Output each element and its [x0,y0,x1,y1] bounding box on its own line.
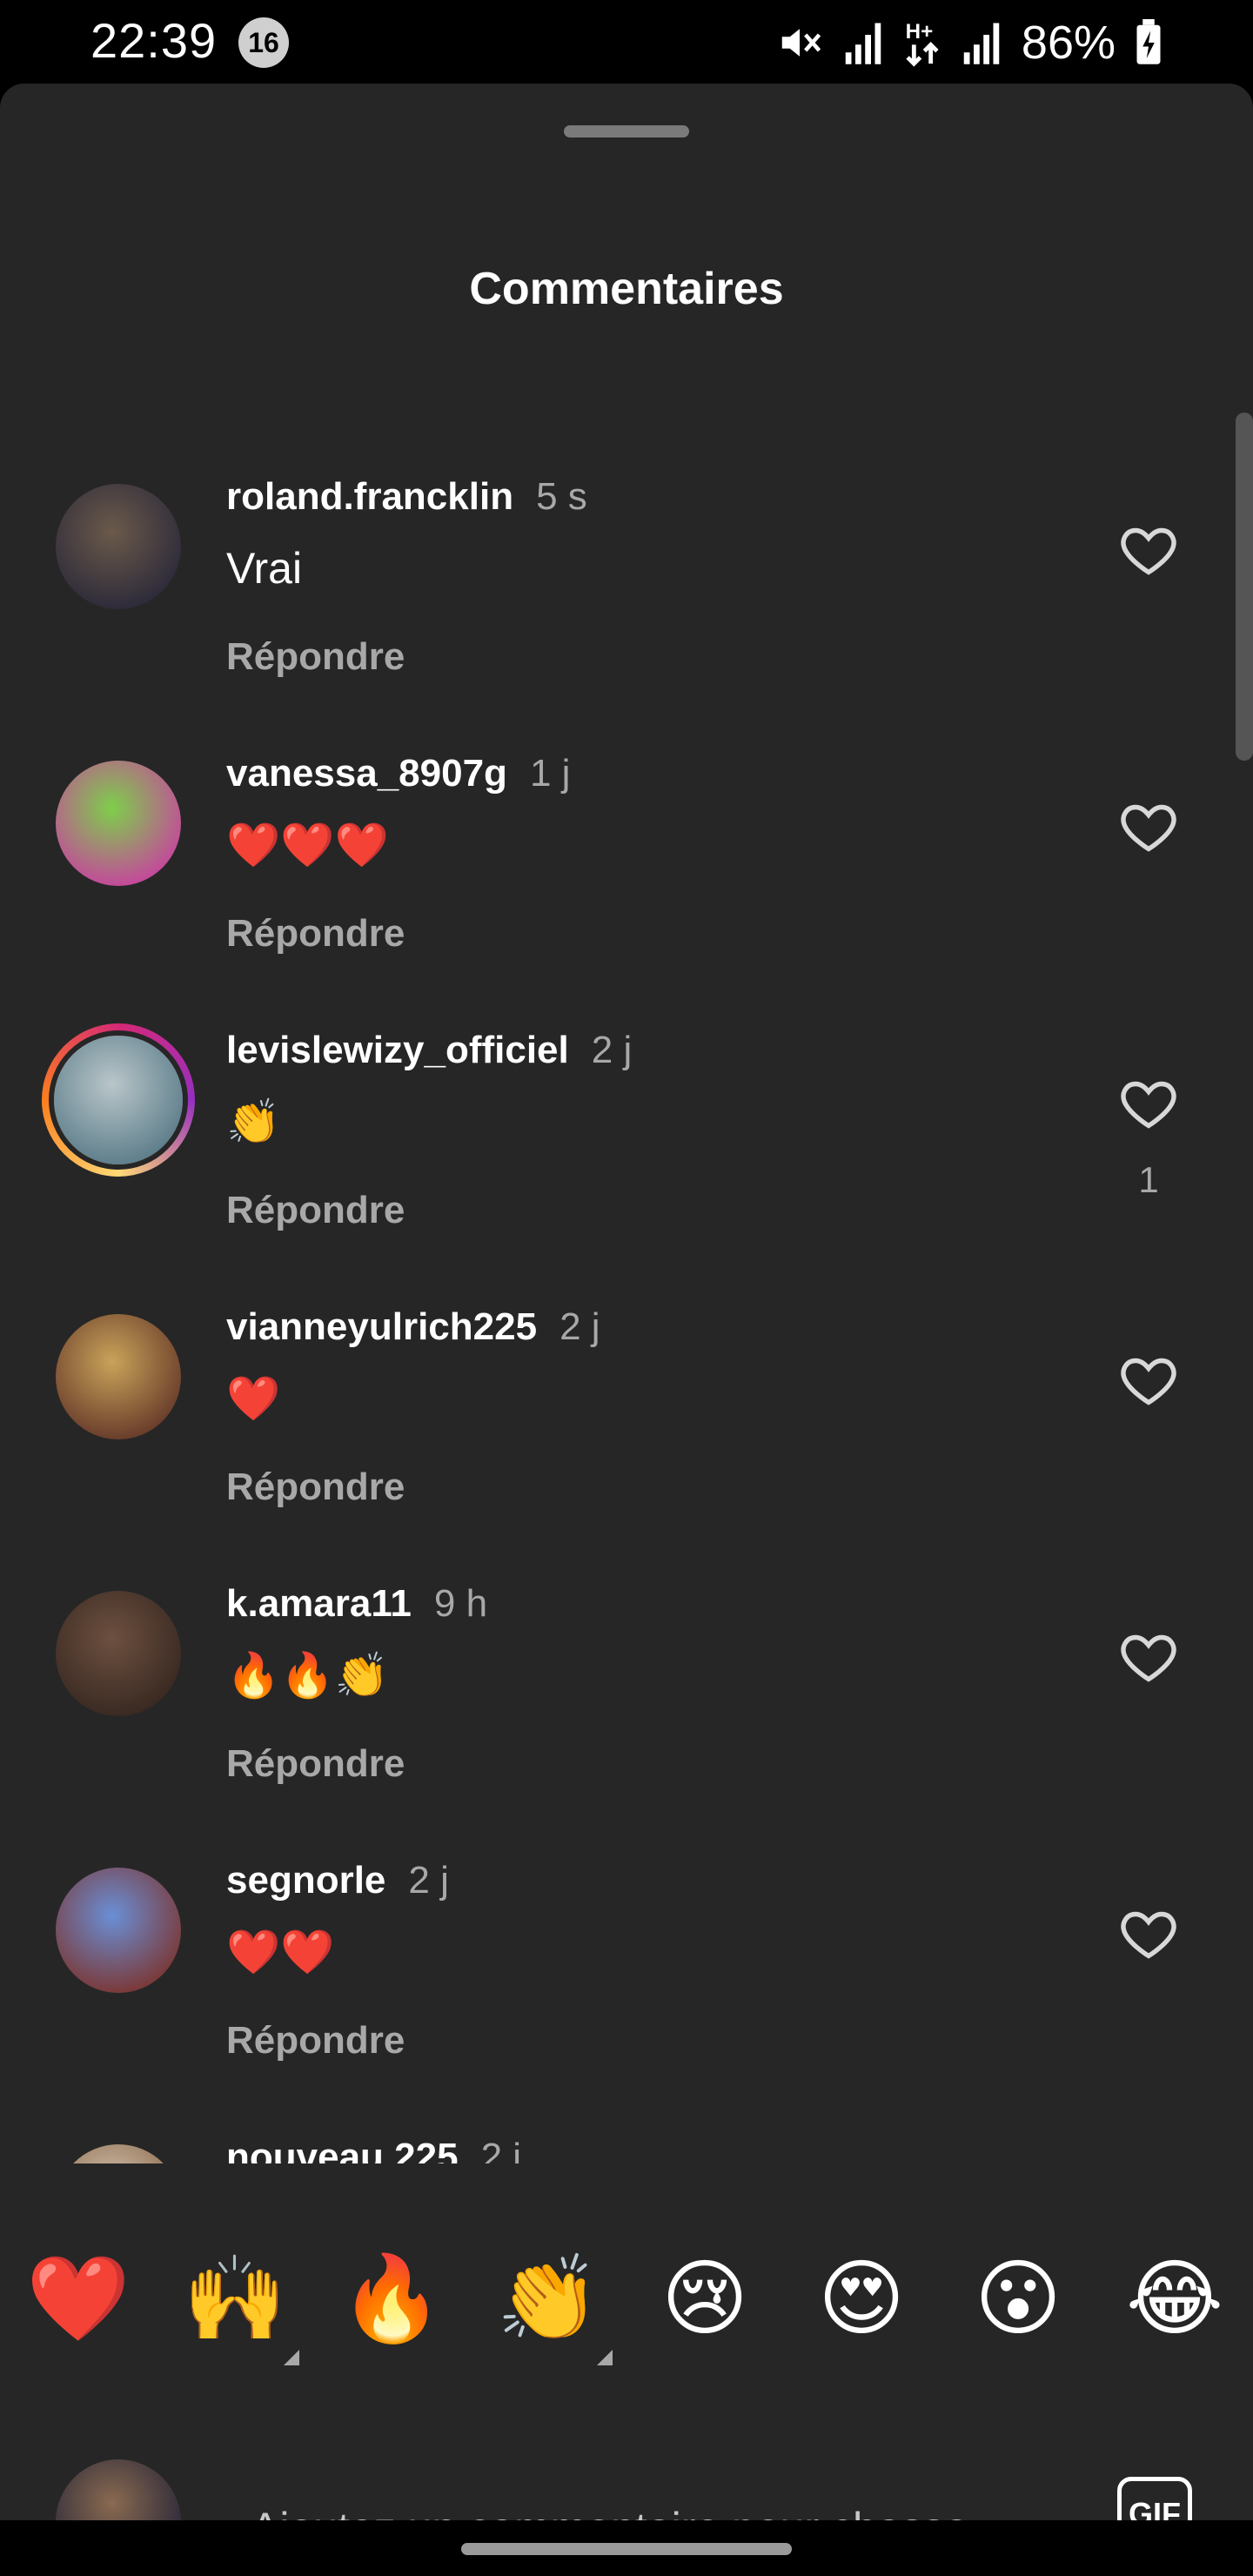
comment-header: segnorle 2 j [226,1859,449,1902]
comment-composer: Ajoutez un commentaire pour chassa GIF [0,2442,1253,2520]
comment-username[interactable]: roland.francklin [226,475,513,518]
avatar[interactable] [56,761,181,886]
avatar[interactable] [42,1023,195,1177]
like-heart-icon[interactable] [1117,519,1180,581]
comment-header: levislewizy_officiel 2 j [226,1029,632,1072]
fire-emoji[interactable]: 🔥 [339,2247,444,2351]
data-icon: H+ [906,20,939,67]
comment-item: k.amara11 9 h 🔥🔥👏 Répondre [0,1573,1253,1850]
red-heart-emoji[interactable]: ❤️ [26,2247,131,2351]
surprised-face-emoji[interactable]: 😮 [966,2247,1070,2351]
reply-button[interactable]: Répondre [226,1742,405,1786]
comment-item: nouveau.2252 j 👏🏾 Répondre [0,2127,1253,2165]
comment-header: nouveau.225 2 j [226,2136,521,2165]
quick-reactions-bar: ❤️ 🙌 🔥 👏 😢 😍 😮 😂 [0,2163,1253,2442]
comment-item: vianneyulrich225 2 j ❤️ Répondre [0,1297,1253,1573]
navigation-bar [0,2520,1253,2576]
reply-button[interactable]: Répondre [226,1466,405,1509]
comment-timestamp: 5 s [536,475,587,518]
status-icons: H+ 86% [776,12,1163,73]
comment-text: ❤️❤️❤️ [226,821,389,869]
comment-header: roland.francklin 5 s [226,475,587,519]
raising-hands-emoji[interactable]: 🙌 [183,2247,299,2365]
like-heart-icon[interactable] [1117,795,1180,858]
comment-item: vanessa_8907g 1 j ❤️❤️❤️ Répondre [0,743,1253,1020]
reaction-glyph: ❤️ [26,2252,131,2345]
page-title: Commentaires [469,264,784,314]
avatar[interactable] [56,484,181,609]
reaction-glyph: 😂 [1125,2252,1224,2345]
battery-charging-icon [1136,19,1161,64]
reaction-glyph: 🙌 [183,2252,287,2345]
skin-tone-indicator-icon [284,2350,299,2365]
reaction-glyph: 😮 [974,2252,1062,2345]
comment-text: ❤️ [226,1374,281,1423]
comment-text: Vrai [226,544,303,593]
comment-header: k.amara11 9 h [226,1582,487,1626]
comment-timestamp: 9 h [433,1582,488,1625]
reply-button[interactable]: Répondre [226,912,405,956]
reaction-glyph: 👏 [496,2252,600,2345]
like-heart-icon[interactable] [1117,1626,1180,1688]
avatar[interactable] [56,1314,181,1439]
crying-face-emoji[interactable]: 😢 [653,2247,757,2351]
comment-username[interactable]: segnorle [226,1859,385,1902]
clapping-hands-emoji[interactable]: 👏 [496,2247,613,2365]
signal-icon [963,23,1000,64]
comment-username[interactable]: levislewizy_officiel [226,1029,569,1071]
notification-count-badge: 16 [238,17,289,68]
like-heart-icon[interactable] [1117,1902,1180,1965]
like-heart-icon[interactable] [1117,1349,1180,1412]
comment-username[interactable]: k.amara11 [226,1582,412,1625]
gif-button[interactable]: GIF [1117,2477,1192,2520]
comments-sheet: Commentaires roland.francklin 5 s Vrai Ré… [0,84,1253,2520]
heart-eyes-emoji[interactable]: 😍 [809,2247,914,2351]
comment-username[interactable]: vanessa_8907g [226,752,507,795]
sheet-drag-handle[interactable] [564,125,689,138]
comment-item: levislewizy_officiel 2 j 👏 Répondre 1 [0,1020,1253,1297]
comment-timestamp: 2 j [559,1305,600,1348]
reply-button[interactable]: Répondre [226,635,405,679]
battery-percent: 86% [1021,17,1116,69]
comment-text: ❤️❤️ [226,1928,335,1976]
avatar [56,2459,181,2520]
avatar[interactable] [56,2144,181,2165]
comment-timestamp: 2 j [591,1029,633,1071]
like-count: 1 [1138,1159,1159,1200]
signal-icon [845,23,881,64]
svg-text:H+: H+ [906,20,934,44]
comment-text: 👏 [226,1097,281,1146]
comments-list: roland.francklin 5 s Vrai Répondre vaness… [0,466,1253,2165]
like-heart-icon[interactable] [1117,1072,1180,1135]
comment-timestamp: 2 j [480,2136,522,2165]
reaction-glyph: 😢 [660,2252,749,2345]
reaction-glyph: 😍 [817,2252,906,2345]
comment-username[interactable]: nouveau.225 [226,2136,459,2165]
avatar[interactable] [56,1868,181,1993]
comment-timestamp: 2 j [408,1859,449,1902]
comment-timestamp: 1 j [529,752,571,795]
comment-item: segnorle 2 j ❤️❤️ Répondre [0,1850,1253,2127]
skin-tone-indicator-icon [597,2350,613,2365]
reaction-glyph: 🔥 [339,2252,444,2345]
reply-button[interactable]: Répondre [226,1189,405,1232]
comment-header: vianneyulrich225 2 j [226,1305,600,1349]
comment-text: 🔥🔥👏 [226,1651,389,1700]
comment-username[interactable]: vianneyulrich225 [226,1305,537,1348]
status-bar: 22:39 16 H+ 86% [0,0,1253,84]
mute-icon [781,29,821,57]
home-gesture-pill[interactable] [461,2543,792,2555]
comment-input[interactable]: Ajoutez un commentaire pour chassa [251,2503,968,2520]
comment-header: vanessa_8907g 1 j [226,752,570,795]
avatar[interactable] [56,1591,181,1716]
status-time: 22:39 [90,13,218,68]
reply-button[interactable]: Répondre [226,2019,405,2063]
comment-item: roland.francklin 5 s Vrai Répondre [0,466,1253,743]
tears-of-joy-emoji[interactable]: 😂 [1122,2247,1227,2351]
